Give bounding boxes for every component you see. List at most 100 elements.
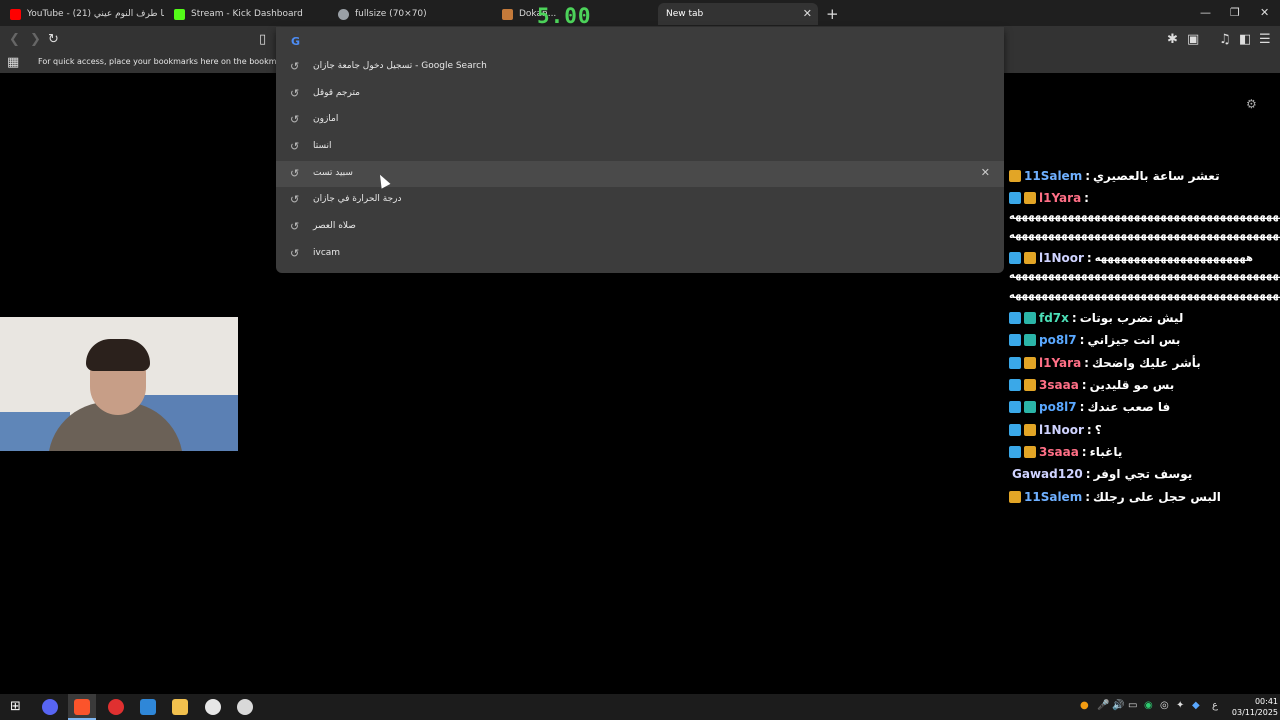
- wallet-icon[interactable]: ▣: [1187, 32, 1199, 47]
- kick-icon: [174, 8, 185, 20]
- kick-badge-icon: [1009, 334, 1021, 346]
- remove-suggestion-icon[interactable]: ✕: [981, 166, 990, 179]
- kick-badge-icon: [1009, 401, 1021, 413]
- tray-icon[interactable]: ✦: [1176, 700, 1184, 711]
- tray-orange-icon[interactable]: ●: [1080, 700, 1089, 711]
- suggestion-text: سبيد تست: [313, 168, 353, 178]
- tab-label: fullsize (70×70): [355, 9, 427, 19]
- chat-spam-text: هههههههههههههههههههههههههههههههههههههههه…: [1009, 270, 1280, 281]
- close-tab-icon[interactable]: ✕: [803, 7, 812, 20]
- bookmark-icon[interactable]: ▯: [259, 32, 266, 47]
- tab-new-tab[interactable]: New tab ✕: [658, 3, 818, 25]
- tray-green-icon[interactable]: ◉: [1144, 700, 1153, 711]
- tab-fullsize[interactable]: fullsize (70×70): [330, 3, 492, 25]
- chat-username: l1Noor: [1039, 423, 1084, 437]
- chat-username: Gawad120: [1012, 467, 1083, 481]
- supporter-badge-icon: [1024, 312, 1036, 324]
- reload-icon[interactable]: ↻: [48, 32, 59, 47]
- chat-text: ؟: [1094, 423, 1102, 437]
- youtube-icon: [10, 8, 21, 20]
- chat-separator: :: [1085, 467, 1091, 481]
- clock-time: 00:41: [1254, 697, 1278, 706]
- webcam-overlay: [0, 317, 238, 451]
- chat-separator: :: [1085, 490, 1091, 504]
- bag-icon: [502, 8, 513, 20]
- history-icon: ↺: [290, 140, 300, 153]
- chat-spam-text: هههههههههههههههههههههههههههههههههههههههه…: [1009, 290, 1280, 301]
- globe-icon: [338, 8, 349, 20]
- chat-text: بس مو قليدين: [1089, 378, 1175, 392]
- chat-message: 3saaa : ياغباء: [1009, 442, 1122, 462]
- minimize-icon[interactable]: —: [1200, 6, 1211, 19]
- tab-youtube[interactable]: YouTube - شيلة ما طرف النوم عيني (21): [2, 3, 164, 25]
- chat-username: 3saaa: [1039, 445, 1079, 459]
- chat-username: l1Yara: [1039, 356, 1082, 370]
- tab-strip: YouTube - شيلة ما طرف النوم عيني (21) St…: [0, 0, 1280, 26]
- chat-spam-text: هههههههههههههههههههههههههههههههههههههههه…: [1009, 230, 1280, 241]
- chat-username: po8l7: [1039, 333, 1077, 347]
- tab-label: Stream - Kick Dashboard: [191, 9, 303, 19]
- media-icon[interactable]: ♫: [1219, 32, 1231, 47]
- history-icon: ↺: [290, 60, 300, 73]
- suggestion-item[interactable]: ↺ امازون: [276, 107, 1004, 133]
- vscode-icon[interactable]: [140, 699, 156, 715]
- suggestion-item[interactable]: ↺ تسجيل دخول جامعة جازان - Google Search: [276, 54, 1004, 80]
- windows-start-icon[interactable]: ⊞: [10, 699, 21, 714]
- bluetooth-icon[interactable]: ◆: [1192, 700, 1200, 711]
- steam-icon[interactable]: [205, 699, 221, 715]
- chat-text: ياغباء: [1089, 445, 1123, 459]
- system-clock[interactable]: 00:41 03/11/2025: [1228, 696, 1278, 718]
- chat-separator: :: [1085, 169, 1091, 183]
- suggestion-item[interactable]: ↺ مترجم قوقل: [276, 81, 1004, 107]
- tab-kick-dashboard[interactable]: Stream - Kick Dashboard: [166, 3, 328, 25]
- extensions-icon[interactable]: ✱: [1167, 32, 1178, 47]
- steelseries-icon[interactable]: [108, 699, 124, 715]
- apps-grid-icon[interactable]: ▦: [7, 55, 19, 70]
- suggestion-item[interactable]: ↺ انستا: [276, 134, 1004, 160]
- subscriber-badge-icon: [1024, 446, 1036, 458]
- suggestion-text: صلاه العصر: [313, 221, 356, 231]
- kick-badge-icon: [1009, 379, 1021, 391]
- suggestion-item[interactable]: ↺ ivcam: [276, 241, 1004, 267]
- suggestion-item[interactable]: ↺ صلاه العصر: [276, 214, 1004, 240]
- history-icon: ↺: [290, 193, 300, 206]
- brave-icon[interactable]: [74, 699, 90, 715]
- discord-icon[interactable]: [42, 699, 58, 715]
- forward-icon[interactable]: ❯: [30, 32, 41, 47]
- volume-icon[interactable]: 🔊: [1112, 700, 1124, 711]
- chat-message: fd7x : ليش تضرب بوتات: [1009, 308, 1183, 328]
- chat-message: po8l7 : فا صعب عندك: [1009, 397, 1170, 417]
- chat-message: 11Salem : تعشر ساعة بالعصيري: [1009, 166, 1220, 186]
- language-indicator[interactable]: ع: [1212, 700, 1218, 711]
- microphone-icon[interactable]: 🎤: [1097, 700, 1109, 711]
- suggestion-text: ivcam: [313, 248, 341, 258]
- tray-icon[interactable]: ◎: [1160, 700, 1169, 711]
- network-icon[interactable]: ▭: [1128, 700, 1137, 711]
- suggestion-item[interactable]: ↺ درجة الحرارة في جازان: [276, 187, 1004, 213]
- chat-username: l1Yara: [1039, 191, 1082, 205]
- chat-message: 3saaa : بس مو قليدين: [1009, 375, 1174, 395]
- history-icon: ↺: [290, 247, 300, 260]
- back-icon[interactable]: ❮: [9, 32, 20, 47]
- chat-message: l1Noor : هههههههههههههههههههههههه: [1009, 248, 1254, 268]
- history-icon: ↺: [290, 220, 300, 233]
- new-tab-button[interactable]: +: [826, 5, 839, 23]
- suggestion-text: انستا: [313, 141, 332, 151]
- menu-icon[interactable]: ☰: [1259, 32, 1271, 47]
- chat-text: هههههههههههههههههههههههه: [1094, 252, 1254, 264]
- chat-message: l1Noor : ؟: [1009, 420, 1102, 440]
- bookmarks-hint: For quick access, place your bookmarks h…: [38, 57, 310, 66]
- chat-separator: :: [1081, 378, 1087, 392]
- chat-settings-icon[interactable]: ⚙: [1246, 97, 1257, 111]
- chat-separator: :: [1086, 423, 1092, 437]
- close-window-icon[interactable]: ✕: [1260, 6, 1269, 19]
- restore-icon[interactable]: ❐: [1230, 6, 1240, 19]
- chat-text: يوسف تجي اوفر: [1093, 467, 1193, 481]
- kick-badge-icon: [1009, 424, 1021, 436]
- sidebar-icon[interactable]: ◧: [1239, 32, 1251, 47]
- timer-overlay: 5.00: [537, 4, 592, 28]
- obs-icon[interactable]: [237, 699, 253, 715]
- kick-badge-icon: [1009, 252, 1021, 264]
- chat-spam-text: هههههههههههههههههههههههههههههههههههههههه…: [1009, 211, 1280, 222]
- file-explorer-icon[interactable]: [172, 699, 188, 715]
